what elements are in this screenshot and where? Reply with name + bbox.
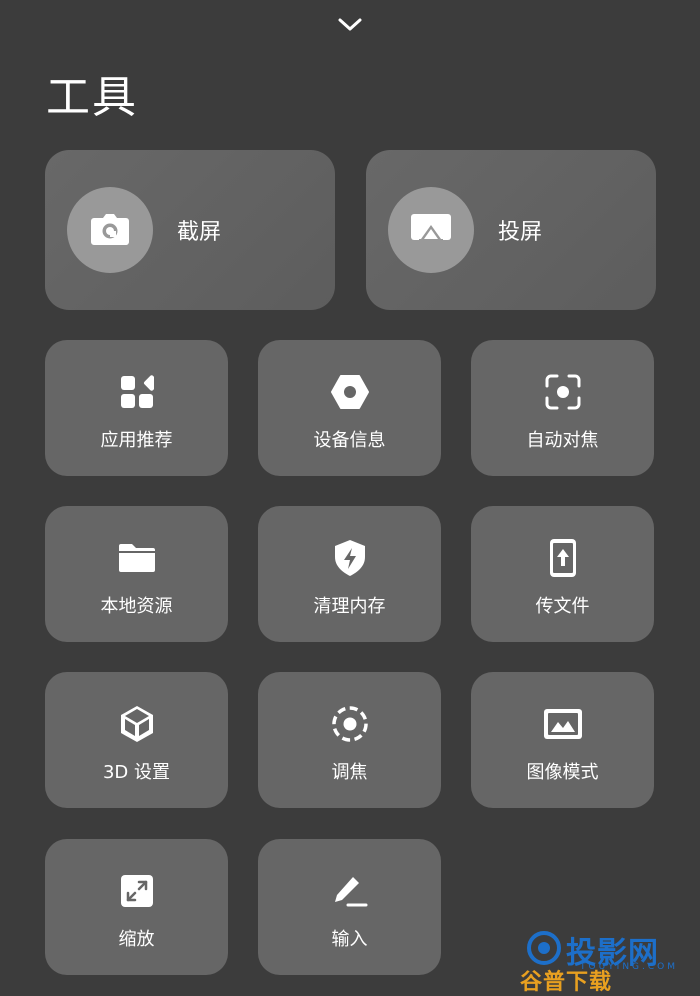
tile-focus-adjust[interactable]: 调焦 [258, 672, 441, 808]
tile-image-mode[interactable]: 图像模式 [471, 672, 654, 808]
tile-label: 应用推荐 [100, 430, 173, 451]
focus-ring-icon [331, 706, 368, 742]
tile-label: 本地资源 [100, 596, 173, 617]
tile-label: 自动对焦 [526, 430, 599, 451]
tile-input[interactable]: 输入 [258, 839, 441, 975]
tile-app-recommend[interactable]: 应用推荐 [45, 340, 228, 476]
tile-label: 清理内存 [313, 596, 386, 617]
apps-grid-icon [120, 375, 154, 408]
page-title: 工具 [46, 72, 138, 123]
folder-icon [118, 544, 155, 572]
camera-icon [91, 214, 129, 245]
screen-cast-icon-circle [388, 187, 474, 273]
tile-label: 设备信息 [313, 430, 386, 451]
screen-cast-button[interactable]: 投屏 [366, 150, 656, 310]
tile-3d-settings[interactable]: 3D 设置 [45, 672, 228, 808]
screenshot-button[interactable]: 截屏 [45, 150, 335, 310]
tile-zoom[interactable]: 缩放 [45, 839, 228, 975]
screenshot-label: 截屏 [177, 220, 222, 245]
watermark: 投影网 TOUYING.COM 谷普下载 [520, 926, 688, 995]
autofocus-icon [545, 374, 580, 410]
watermark-logo-icon [527, 931, 561, 965]
tile-local-resources[interactable]: 本地资源 [45, 506, 228, 642]
hex-nut-icon [330, 375, 369, 409]
tile-clean-memory[interactable]: 清理内存 [258, 506, 441, 642]
tile-label: 输入 [331, 929, 368, 950]
phone-upload-icon [549, 539, 576, 577]
tile-label: 图像模式 [526, 762, 599, 783]
expand-icon [120, 875, 153, 907]
shield-bolt-icon [334, 540, 365, 576]
cube-icon [120, 706, 153, 742]
collapse-button[interactable] [334, 10, 366, 40]
screen-cast-icon [411, 214, 451, 245]
screen-cast-label: 投屏 [498, 220, 543, 245]
chevron-down-icon [338, 18, 362, 31]
screenshot-icon-circle [67, 187, 153, 273]
tile-label: 调焦 [331, 762, 368, 783]
tile-label: 3D 设置 [102, 762, 171, 783]
tile-label: 传文件 [535, 596, 590, 617]
pencil-icon [334, 877, 367, 907]
tile-autofocus[interactable]: 自动对焦 [471, 340, 654, 476]
tile-transfer-file[interactable]: 传文件 [471, 506, 654, 642]
tile-device-info[interactable]: 设备信息 [258, 340, 441, 476]
tile-label: 缩放 [118, 929, 155, 950]
watermark-bottom: 谷普下载 [520, 970, 613, 995]
image-mode-icon [543, 709, 582, 739]
